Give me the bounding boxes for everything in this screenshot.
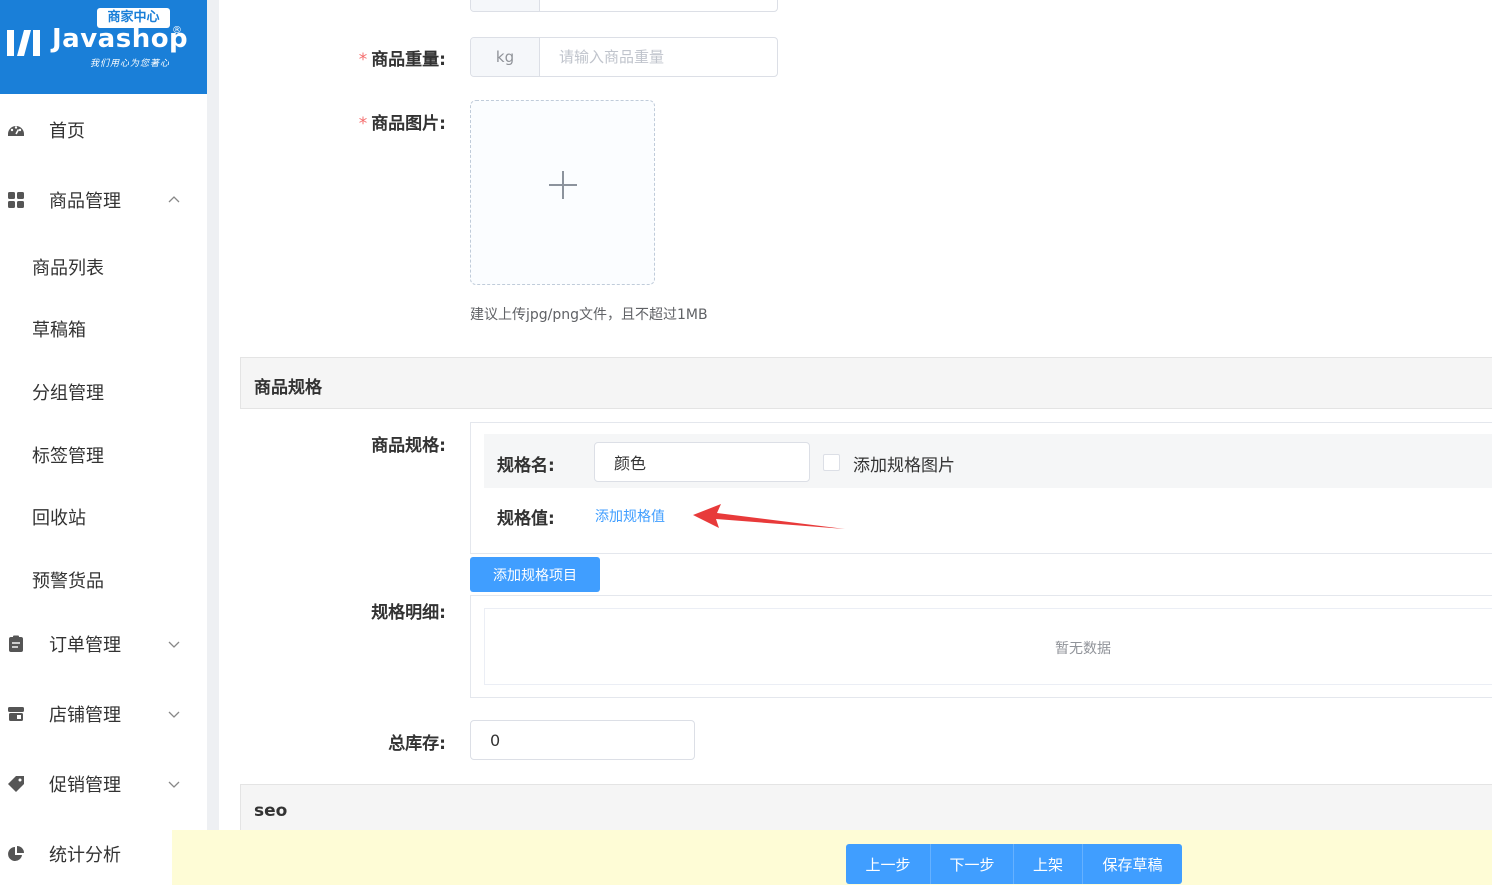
sidebar-item-label: 首页 [49,121,85,142]
sidebar-item-label: 商品管理 [49,191,121,212]
brand-logo[interactable]: 商家中心 Javashop ® 我们用心为您著心 [0,0,207,94]
spec-detail-table: 暂无数据 [484,608,1492,685]
sidebar-item-goods[interactable]: 商品管理 [0,180,207,220]
sidebar-item-promotion[interactable]: 促销管理 [0,764,207,804]
add-spec-value-link[interactable]: 添加规格值 [595,506,665,526]
sidebar: 商家中心 Javashop ® 我们用心为您著心 首页 商品管理 商品列表 草稿… [0,0,207,885]
chevron-down-icon [168,781,180,788]
weight-input-group[interactable]: kg [470,37,778,77]
publish-button[interactable]: 上架 [1014,844,1083,884]
section-title: seo [254,801,288,821]
annotation-arrow-icon [693,504,845,529]
image-label-text: 商品图片: [371,114,446,134]
sidebar-item-store[interactable]: 店铺管理 [0,694,207,734]
spec-editor: 规格名: 颜色 添加规格图片 规格值: 添加规格值 [470,422,1492,554]
add-spec-image-label[interactable]: 添加规格图片 [853,451,955,476]
sidebar-item-home[interactable]: 首页 [0,110,207,150]
add-spec-image-checkbox[interactable] [823,454,840,471]
sidebar-item-label: 订单管理 [49,635,121,656]
upload-hint: 建议上传jpg/png文件，且不超过1MB [470,307,708,323]
sidebar-item-label: 店铺管理 [49,705,121,726]
dashboard-icon [8,126,24,136]
brand-slogan: 我们用心为您著心 [90,59,171,69]
image-upload[interactable] [470,100,655,285]
required-mark: * [358,114,368,134]
spec-name-label: 规格名: [497,456,555,476]
chevron-up-icon [168,196,180,203]
sidebar-item-label: 统计分析 [49,845,121,866]
sidebar-subitem-drafts[interactable]: 草稿箱 [32,316,86,342]
action-button-group: 上一步 下一步 上架 保存草稿 [846,844,1182,884]
main-content: *商品重量: kg *商品图片: 建议上传jpg/png文件，且不超过1MB 商… [219,0,1492,885]
image-label: * 商品图片: [349,109,446,134]
weight-label: * 商品重量: [349,45,446,70]
spec-name-row: 规格名: 颜色 添加规格图片 [484,434,1492,488]
section-title: 商品规格 [254,378,322,398]
sidebar-item-orders[interactable]: 订单管理 [0,624,207,664]
clipboard-icon [9,635,23,652]
store-icon [8,707,24,721]
input-field [540,0,777,11]
chevron-down-icon [168,641,180,648]
spec-detail-label: 规格明细: [371,603,446,623]
sidebar-subitem-recycle[interactable]: 回收站 [32,504,86,530]
brand-registered: ® [172,25,182,36]
stock-input[interactable]: 0 [470,720,695,760]
spec-name-input[interactable]: 颜色 [594,442,810,482]
grid-icon [8,192,24,208]
sidebar-subitem-alerts[interactable]: 预警货品 [32,567,104,593]
input-prefix [471,0,540,11]
add-spec-item-button[interactable]: 添加规格项目 [470,557,600,592]
chevron-down-icon [168,711,180,718]
spec-section-header: 商品规格 [240,357,1492,409]
tag-icon [8,776,24,792]
next-step-button[interactable]: 下一步 [931,844,1014,884]
seo-section-header: seo [240,784,1492,836]
sidebar-scrollbar[interactable] [207,0,219,885]
save-draft-button[interactable]: 保存草稿 [1083,844,1182,884]
bottom-action-bar: 上一步 下一步 上架 保存草稿 [172,830,1492,885]
empty-text: 暂无数据 [1055,641,1111,657]
pie-chart-icon [8,846,24,861]
sidebar-subitem-goods-list[interactable]: 商品列表 [32,254,104,280]
sidebar-subitem-groups[interactable]: 分组管理 [32,379,104,405]
plus-icon [549,171,577,199]
spec-value-label: 规格值: [497,509,555,529]
spec-label: 商品规格: [371,436,446,456]
weight-label-text: 商品重量: [371,50,446,70]
required-mark: * [358,50,368,70]
sidebar-item-label: 促销管理 [49,775,121,796]
stock-label: 总库存: [388,734,446,754]
weight-unit: kg [471,38,540,76]
prev-step-button[interactable]: 上一步 [846,844,931,884]
brand-mark-icon [7,30,40,56]
partial-input-above[interactable] [470,0,778,12]
brand-name: Javashop [52,24,189,54]
weight-input[interactable] [540,38,777,76]
spec-detail-box: 暂无数据 [470,595,1492,698]
sidebar-subitem-tags[interactable]: 标签管理 [32,442,104,468]
